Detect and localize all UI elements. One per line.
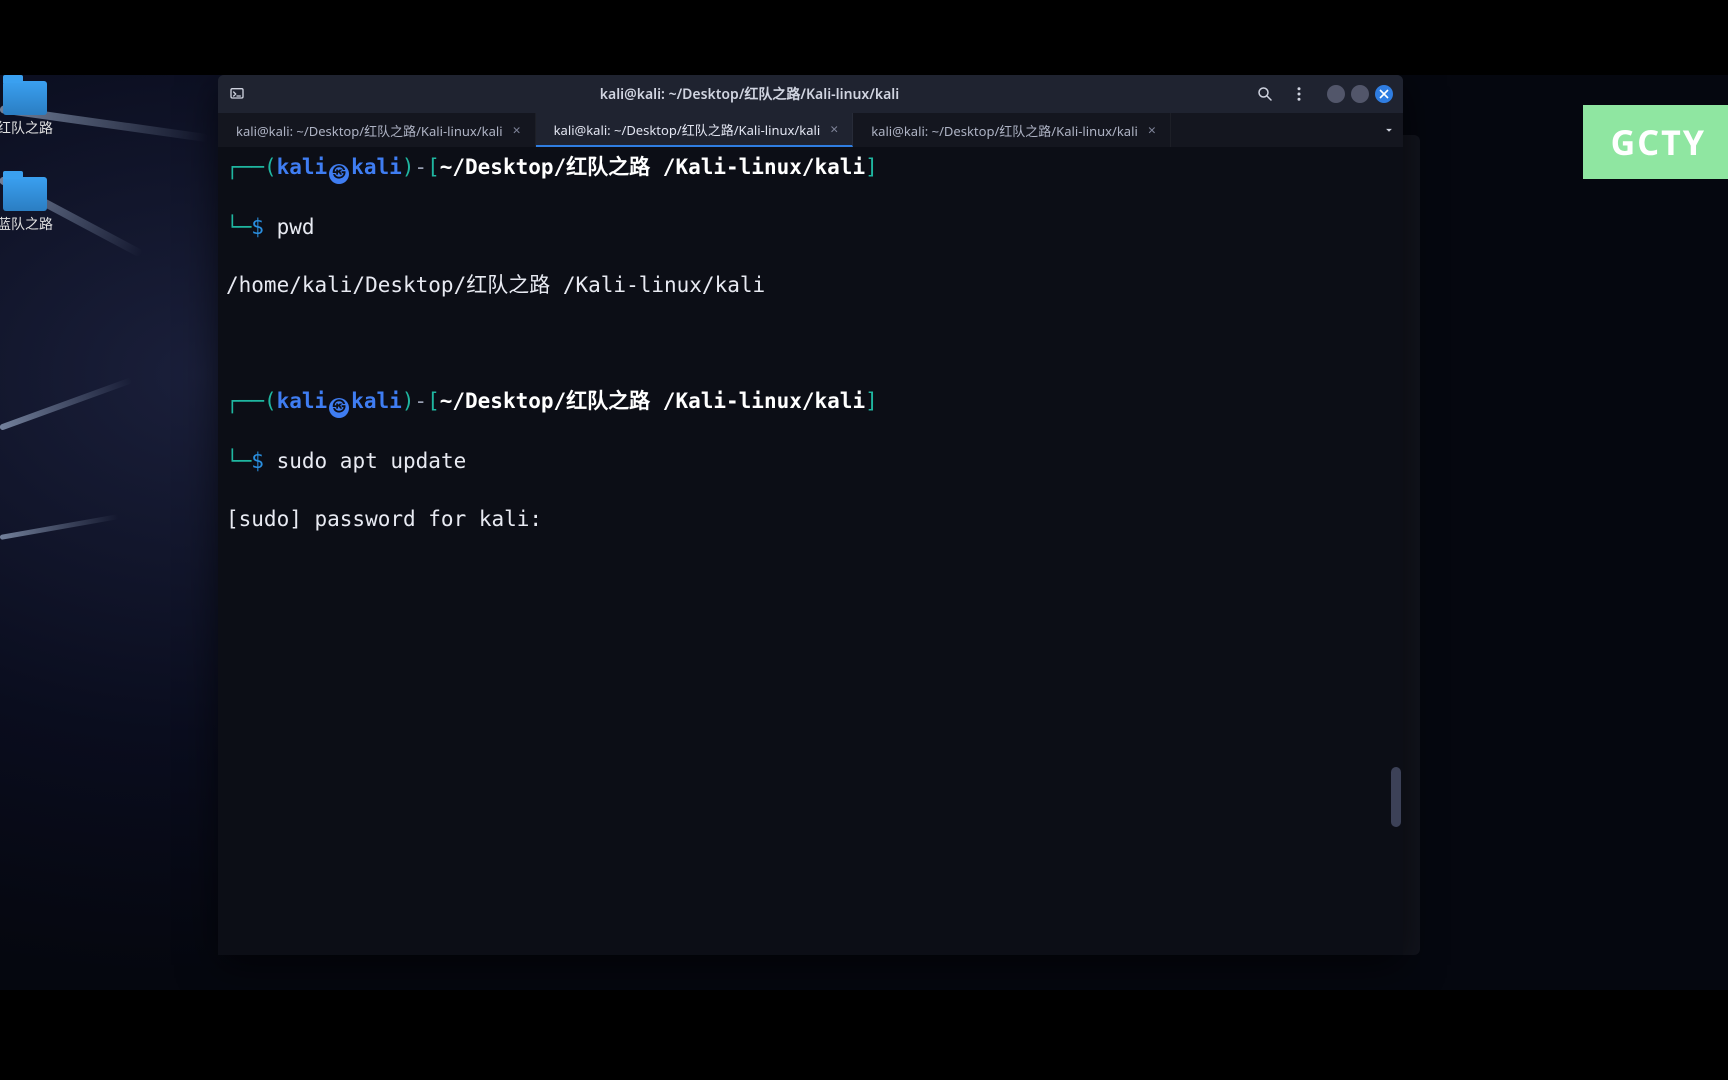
command-output: [sudo] password for kali: [226,505,1395,534]
wallpaper-decor [0,377,133,431]
scrollbar-thumb[interactable] [1391,767,1401,827]
desktop-folder-blue-team[interactable]: 蓝队之路 [0,177,60,234]
new-tab-dropdown-icon[interactable] [1375,113,1403,147]
terminal-window: kali@kali: ~/Desktop/红队之路/Kali-linux/kal… [218,75,1403,955]
folder-icon [3,177,47,211]
terminal-tab[interactable]: kali@kali: ~/Desktop/红队之路/Kali-linux/kal… [853,113,1171,147]
close-button[interactable] [1375,85,1393,103]
minimize-button[interactable] [1327,85,1345,103]
search-icon[interactable] [1253,82,1277,106]
desktop-icon-label: 蓝队之路 [0,217,60,234]
watermark-text: GCTY [1611,119,1706,165]
tab-label: kali@kali: ~/Desktop/红队之路/Kali-linux/kal… [871,121,1138,140]
command-text: sudo apt update [277,449,467,473]
terminal-tab[interactable]: kali@kali: ~/Desktop/红队之路/Kali-linux/kal… [218,113,536,147]
prompt-path: /Desktop/红队之路 /Kali-linux/kali [452,389,865,413]
prompt-host: kali [351,155,402,179]
prompt-user: kali [277,155,328,179]
kali-skull-icon: ㉿ [329,164,349,184]
titlebar[interactable]: kali@kali: ~/Desktop/红队之路/Kali-linux/kal… [218,75,1403,113]
prompt-user: kali [277,389,328,413]
terminal-app-icon [228,85,246,103]
tab-label: kali@kali: ~/Desktop/红队之路/Kali-linux/kal… [554,120,821,139]
tab-close-icon[interactable]: × [830,120,838,139]
tab-bar: kali@kali: ~/Desktop/红队之路/Kali-linux/kal… [218,113,1403,147]
folder-icon [3,81,47,115]
tab-close-icon[interactable]: × [1148,121,1156,140]
command-text: pwd [277,215,315,239]
maximize-button[interactable] [1351,85,1369,103]
terminal-output-area[interactable]: ┌──(kali㉿kali)-[~/Desktop/红队之路 /Kali-lin… [218,147,1403,955]
background-window-edge [1400,135,1420,955]
wallpaper-decor [0,514,119,540]
watermark-badge: GCTY [1583,105,1728,179]
desktop-folder-red-team[interactable]: 红队之路 [0,81,60,138]
prompt-host: kali [351,389,402,413]
desktop: 红队之路 蓝队之路 kali@kali: ~/Desktop/红队之路/Kali… [0,75,1728,990]
kali-skull-icon: ㉿ [329,398,349,418]
terminal-tab[interactable]: kali@kali: ~/Desktop/红队之路/Kali-linux/kal… [536,113,854,147]
tab-label: kali@kali: ~/Desktop/红队之路/Kali-linux/kal… [236,121,503,140]
tab-close-icon[interactable]: × [513,121,521,140]
menu-kebab-icon[interactable] [1287,82,1311,106]
scrollbar[interactable] [1391,147,1401,955]
prompt-path: /Desktop/红队之路 /Kali-linux/kali [452,155,865,179]
prompt-path-prefix: ~ [440,155,453,179]
window-title: kali@kali: ~/Desktop/红队之路/Kali-linux/kal… [254,84,1245,104]
desktop-icon-label: 红队之路 [0,121,60,138]
prompt-path-prefix: ~ [440,389,453,413]
command-output: /home/kali/Desktop/红队之路 /Kali-linux/kali [226,271,1395,300]
